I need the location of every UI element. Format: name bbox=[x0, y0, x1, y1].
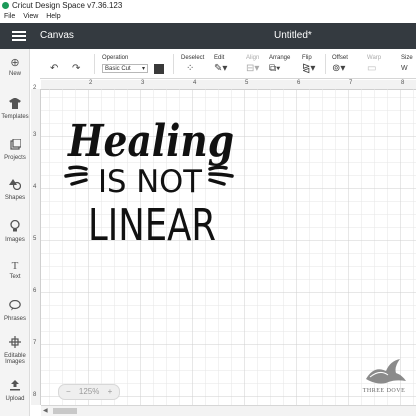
align-icon: ⊟▾ bbox=[246, 63, 260, 74]
operation-group: Operation Basic Cut ▾ bbox=[102, 49, 172, 79]
artwork-line-healing: Healing bbox=[66, 116, 234, 167]
size-label: Size bbox=[401, 55, 413, 61]
ruler-tick-label: 8 bbox=[33, 392, 37, 398]
projects-icon bbox=[0, 138, 30, 153]
sidebar-item-label: Text bbox=[9, 274, 21, 280]
sidebar-item-shapes[interactable]: Shapes bbox=[0, 179, 30, 201]
edit-label: Edit bbox=[214, 55, 225, 61]
cricut-logo-icon bbox=[2, 2, 9, 9]
sidebar-item-text[interactable]: T Text bbox=[0, 260, 30, 280]
offset-label: Offset bbox=[332, 55, 348, 61]
ruler-tick-label: 5 bbox=[245, 80, 249, 86]
toolbar-divider bbox=[325, 54, 326, 74]
warp-label: Warp bbox=[367, 55, 382, 61]
color-swatch[interactable] bbox=[154, 64, 164, 74]
sidebar-item-label: Shapes bbox=[4, 195, 26, 201]
size-width-icon: W bbox=[401, 65, 408, 72]
undo-icon: ↶ bbox=[50, 63, 59, 74]
sidebar-item-label: Upload bbox=[5, 396, 25, 402]
offset-icon: ⊚▾ bbox=[332, 63, 346, 74]
operation-label: Operation bbox=[102, 55, 129, 61]
edit-toolbar: ↶ ↷ Operation Basic Cut ▾ Deselect ⁘ Edi… bbox=[40, 49, 416, 79]
zoom-in-button[interactable]: + bbox=[108, 387, 113, 396]
sidebar-item-upload[interactable]: Upload bbox=[0, 380, 30, 402]
horizontal-scrollbar[interactable]: ◀ bbox=[41, 405, 416, 416]
sidebar-item-new[interactable]: ⊕ New bbox=[0, 57, 30, 77]
sidebar-item-templates[interactable]: Templates bbox=[0, 98, 30, 120]
align-label: Align bbox=[246, 55, 260, 61]
plus-icon: ⊕ bbox=[10, 57, 20, 69]
speech-bubble-icon bbox=[0, 299, 30, 314]
sparkle-right-icon bbox=[208, 165, 234, 186]
sidebar-item-images[interactable]: Images bbox=[0, 219, 30, 243]
sidebar-item-label: New bbox=[8, 71, 21, 77]
operation-select[interactable]: Basic Cut ▾ bbox=[102, 64, 148, 73]
operation-value: Basic Cut bbox=[105, 66, 131, 72]
menu-help[interactable]: Help bbox=[46, 11, 60, 23]
ruler-tick-label: 7 bbox=[349, 80, 353, 86]
scroll-left-icon[interactable]: ◀ bbox=[43, 406, 48, 416]
document-title: Untitled* bbox=[274, 30, 312, 41]
ruler-tick-label: 4 bbox=[33, 184, 37, 190]
chevron-down-icon: ▾ bbox=[141, 66, 145, 72]
artwork-line-linear: LINEAR bbox=[88, 200, 216, 250]
arrange-icon: ⧉▾ bbox=[269, 63, 281, 74]
ruler-tick-label: 8 bbox=[401, 80, 405, 86]
text-icon: T bbox=[11, 260, 19, 272]
ruler-tick-label: 6 bbox=[33, 288, 37, 294]
ruler-tick-label: 4 bbox=[193, 80, 197, 86]
warp-icon: ▭ bbox=[367, 63, 377, 74]
ruler-tick-label: 7 bbox=[33, 340, 37, 346]
arrange-label: Arrange bbox=[269, 55, 291, 61]
sidebar-item-label: Phrases bbox=[3, 316, 26, 322]
sidebar-item-label: Editable Images bbox=[4, 353, 26, 365]
sparkle-left-icon bbox=[64, 165, 88, 186]
scrollbar-thumb[interactable] bbox=[53, 408, 77, 414]
section-title: Canvas bbox=[40, 30, 74, 41]
window-title: Cricut Design Space v7.36.123 bbox=[12, 1, 123, 10]
sidebar-item-phrases[interactable]: Phrases bbox=[0, 299, 30, 322]
ruler-vertical: 2 3 4 5 6 7 8 bbox=[31, 85, 41, 405]
editable-images-icon bbox=[0, 336, 30, 351]
sidebar-item-label: Images bbox=[5, 237, 25, 243]
flip-label: Flip bbox=[302, 55, 312, 61]
sidebar-item-label: Templates bbox=[1, 114, 29, 120]
ruler-tick-label: 3 bbox=[141, 80, 145, 86]
design-panel-sidebar: ⊕ New Templates Projects Shapes Images T… bbox=[0, 49, 30, 416]
menu-bar: File View Help bbox=[0, 11, 416, 23]
redo-icon: ↷ bbox=[72, 63, 81, 74]
dove-logo-icon bbox=[366, 359, 406, 384]
shapes-icon bbox=[0, 179, 30, 193]
ruler-tick-label: 2 bbox=[33, 85, 37, 91]
shirt-icon bbox=[0, 98, 30, 112]
sidebar-item-label: Projects bbox=[4, 155, 26, 161]
design-artwork[interactable]: Healing IS NOT LINEAR bbox=[60, 110, 250, 250]
toolbar-divider bbox=[94, 54, 95, 74]
zoom-out-button[interactable]: − bbox=[66, 387, 71, 396]
window-titlebar: Cricut Design Space v7.36.123 bbox=[0, 0, 416, 11]
ruler-tick-label: 6 bbox=[297, 80, 301, 86]
ruler-tick-label: 3 bbox=[33, 132, 37, 138]
lightbulb-icon bbox=[0, 219, 30, 235]
menu-view[interactable]: View bbox=[23, 11, 38, 23]
watermark-text: THREE DOVE bbox=[362, 388, 406, 394]
watermark: THREE DOVE bbox=[356, 355, 412, 399]
pen-icon: ✎▾ bbox=[214, 63, 228, 74]
app-header: Canvas Untitled* bbox=[0, 23, 416, 49]
sidebar-item-projects[interactable]: Projects bbox=[0, 138, 30, 161]
zoom-level: 125% bbox=[78, 387, 100, 396]
artwork-line-is-not: IS NOT bbox=[98, 164, 203, 200]
deselect-label: Deselect bbox=[181, 55, 205, 61]
menu-file[interactable]: File bbox=[4, 11, 15, 23]
sidebar-item-editable-images[interactable]: Editable Images bbox=[0, 336, 30, 365]
toolbar-divider bbox=[173, 54, 174, 74]
upload-icon bbox=[0, 380, 30, 394]
deselect-icon: ⁘ bbox=[186, 63, 195, 74]
hamburger-menu-icon[interactable] bbox=[12, 31, 26, 41]
ruler-tick-label: 2 bbox=[89, 80, 93, 86]
flip-icon: ⧎▾ bbox=[302, 63, 316, 74]
ruler-tick-label: 5 bbox=[33, 236, 37, 242]
zoom-control: − 125% + bbox=[58, 384, 121, 400]
